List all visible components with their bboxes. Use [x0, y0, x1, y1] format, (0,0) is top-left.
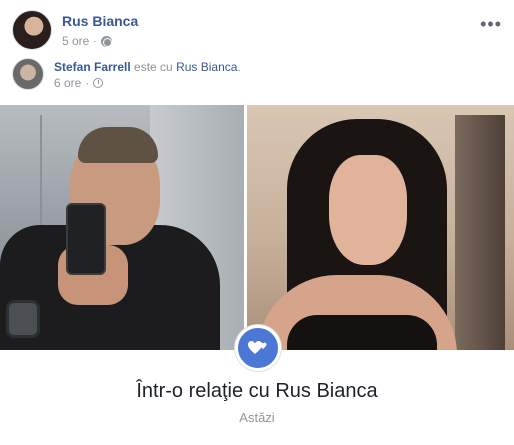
shared-user-avatar[interactable] [12, 58, 44, 90]
shared-text: Stefan Farrell este cu Rus Bianca. [54, 60, 241, 74]
post-timestamp[interactable]: 5 ore [62, 34, 89, 48]
hearts-icon [235, 325, 281, 371]
globe-icon [100, 35, 112, 47]
life-event-title: Într-o relaţie cu Rus Bianca [136, 380, 378, 402]
tagged-user-link[interactable]: Rus Bianca [176, 60, 237, 74]
photo-woman-portrait[interactable] [247, 105, 514, 350]
end-punctuation: . [237, 60, 241, 74]
life-event-date: Astăzi [239, 410, 275, 425]
post-header: Rus Bianca 5 ore · ••• [12, 10, 502, 54]
photo-face [329, 155, 407, 265]
author-avatar[interactable] [12, 10, 52, 50]
tagged-story: Stefan Farrell este cu Rus Bianca. 6 ore… [12, 58, 502, 94]
photo-watch [6, 300, 40, 338]
shared-timestamp[interactable]: 6 ore [54, 76, 81, 90]
more-options-button[interactable]: ••• [480, 14, 502, 35]
meta-separator: · [93, 35, 97, 47]
photo-phone [66, 203, 106, 275]
photo-door [455, 115, 505, 350]
photo-top [287, 315, 437, 350]
clock-icon [93, 78, 104, 88]
shared-meta: 6 ore · [54, 76, 104, 90]
connector-text: este cu [130, 60, 177, 74]
post-meta: 5 ore · [62, 34, 112, 48]
photo-hair [78, 127, 158, 163]
photo-man-selfie[interactable] [0, 105, 244, 350]
meta-separator: · [85, 76, 90, 90]
shared-user-link[interactable]: Stefan Farrell [54, 60, 131, 74]
life-event-photos [0, 105, 514, 350]
author-name-link[interactable]: Rus Bianca [62, 13, 138, 29]
